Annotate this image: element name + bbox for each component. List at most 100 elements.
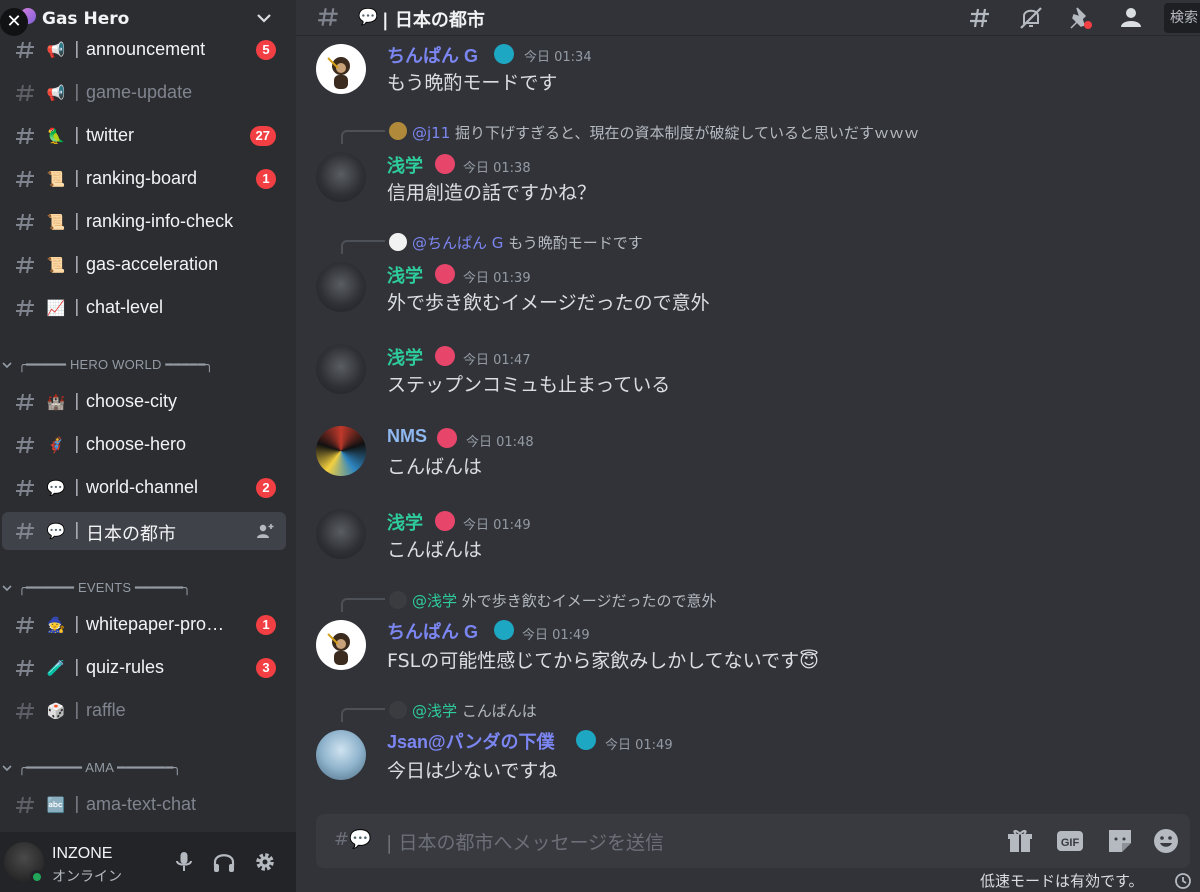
channel-game-update[interactable]: 📢 | game-update: [2, 74, 286, 112]
channel-name: game-update: [86, 82, 193, 102]
hash-icon: [16, 170, 34, 188]
avatar[interactable]: [316, 344, 366, 394]
message-text: こんばんは: [387, 456, 483, 478]
message-author[interactable]: 浅学: [387, 152, 423, 178]
user-status-text: オンライン: [52, 869, 122, 885]
separator: |: [74, 614, 80, 634]
channel-quiz-rules[interactable]: 🧪 | quiz-rules 3: [2, 649, 286, 687]
emoji-icon[interactable]: [1152, 827, 1180, 855]
microphone-icon[interactable]: [172, 850, 196, 874]
message-author[interactable]: ちんぱん G: [387, 42, 478, 68]
reply-preview[interactable]: @j11 掘り下げすぎると、現在の資本制度が破綻していると思いだすｗｗｗ: [412, 122, 919, 143]
channel-ama-text-chat[interactable]: 🔤 | ama-text-chat: [2, 786, 286, 824]
test-tube-icon: 🧪: [46, 659, 66, 677]
message-author[interactable]: 浅学: [387, 262, 423, 288]
channel-choose-city[interactable]: 🏰 | choose-city: [2, 383, 286, 421]
sticker-icon[interactable]: [1106, 827, 1134, 855]
category-ama[interactable]: ╭━━━━━━━ AMA ━━━━━━━╮: [0, 758, 296, 780]
avatar[interactable]: [316, 262, 366, 312]
gear-icon[interactable]: [253, 850, 277, 874]
reply-avatar: [389, 233, 407, 251]
role-icon: [435, 346, 455, 366]
hash-icon: [16, 796, 34, 814]
gift-icon[interactable]: [1006, 827, 1034, 855]
reply-author: @浅学: [412, 592, 458, 610]
hash-icon: [16, 522, 34, 540]
avatar[interactable]: [316, 44, 366, 94]
channel-world-channel[interactable]: 💬 | world-channel 2: [2, 469, 286, 507]
headphones-icon[interactable]: [212, 850, 236, 874]
hash-icon: [16, 41, 34, 59]
channel-choose-hero[interactable]: 🦸 | choose-hero: [2, 426, 286, 464]
members-icon[interactable]: [1118, 5, 1144, 31]
reply-preview[interactable]: @浅学 こんばんは: [412, 700, 537, 721]
scroll-icon: 📜: [46, 256, 66, 274]
channel-title: | 日本の都市: [382, 10, 485, 31]
chevron-down-icon[interactable]: [254, 8, 274, 28]
channel-name: choose-hero: [86, 434, 187, 454]
channel-announcement[interactable]: 📢 | announcement 5: [2, 31, 286, 69]
separator: |: [74, 657, 80, 677]
channel-chat-level[interactable]: 📈 | chat-level: [2, 289, 286, 327]
avatar[interactable]: [316, 730, 366, 780]
timestamp: 今日 01:34: [524, 50, 592, 65]
channel-name: raffle: [86, 700, 126, 720]
channel-name: twitter: [86, 125, 135, 145]
reply-preview[interactable]: @浅学 外で歩き飲むイメージだったので意外: [412, 590, 717, 611]
hash-icon: [16, 479, 34, 497]
channel-japan-cities[interactable]: 💬 | 日本の都市: [2, 512, 286, 550]
category-hero-world[interactable]: ╭━━━━━ HERO WORLD ━━━━━╮: [0, 355, 296, 377]
gif-icon[interactable]: GIF: [1056, 827, 1084, 855]
timestamp: 今日 01:49: [605, 738, 673, 753]
message-text: FSLの可能性感じてから家飲みしかしてないです😇: [387, 650, 819, 672]
channel-gas-acceleration[interactable]: 📜 | gas-acceleration: [2, 246, 286, 284]
separator: |: [74, 477, 80, 497]
hash-icon: [16, 213, 34, 231]
separator: |: [74, 700, 80, 720]
message-author[interactable]: Jsan@パンダの下僕: [387, 728, 554, 754]
category-events[interactable]: ╭━━━━━━ EVENTS ━━━━━━╮: [0, 578, 296, 600]
threads-icon[interactable]: [968, 5, 994, 31]
reply-preview[interactable]: @ちんぱん G もう晩酌モードです: [412, 232, 643, 253]
channel-name: ama-text-chat: [86, 794, 197, 814]
message-author[interactable]: 浅学: [387, 344, 423, 370]
avatar[interactable]: [316, 152, 366, 202]
reply-spine: [341, 598, 385, 612]
avatar[interactable]: [316, 620, 366, 670]
avatar[interactable]: [316, 509, 366, 559]
hash-icon: [16, 127, 34, 145]
close-button[interactable]: ✕: [0, 8, 28, 36]
mute-bell-icon[interactable]: [1018, 5, 1044, 31]
channel-twitter[interactable]: 🦜 | twitter 27: [2, 117, 286, 155]
reply-avatar: [389, 701, 407, 719]
separator: |: [74, 794, 80, 814]
online-status-indicator: [30, 870, 44, 884]
role-icon: [576, 730, 596, 750]
clock-icon: [1175, 873, 1191, 889]
timestamp: 今日 01:47: [463, 353, 531, 368]
avatar[interactable]: [316, 426, 366, 476]
channel-name: quiz-rules: [86, 657, 165, 677]
search-input[interactable]: 検索: [1164, 3, 1200, 33]
channel-raffle[interactable]: 🎲 | raffle: [2, 692, 286, 730]
message-author[interactable]: NMS: [387, 426, 427, 447]
unread-badge: 3: [256, 658, 276, 678]
pin-icon[interactable]: [1068, 5, 1094, 31]
separator: |: [74, 254, 80, 274]
message-composer[interactable]: #💬 | 日本の都市へメッセージを送信 GIF: [316, 814, 1190, 868]
channel-ranking-info-check[interactable]: 📜 | ranking-info-check: [2, 203, 286, 241]
message-author[interactable]: 浅学: [387, 509, 423, 535]
channel-prefix: #💬: [334, 829, 372, 850]
message-author[interactable]: ちんぱん G: [387, 618, 478, 644]
channel-name: whitepaper-pro…: [86, 614, 225, 634]
message-input-placeholder[interactable]: | 日本の都市へメッセージを送信: [386, 828, 664, 855]
reply-author: @ちんぱん G: [412, 234, 504, 252]
chart-icon: 📈: [46, 299, 66, 317]
add-member-icon[interactable]: [256, 522, 274, 540]
unread-badge: 1: [256, 169, 276, 189]
channel-whitepaper[interactable]: 🧙 | whitepaper-pro… 1: [2, 606, 286, 644]
channel-ranking-board[interactable]: 📜 | ranking-board 1: [2, 160, 286, 198]
separator: |: [74, 82, 80, 102]
castle-icon: 🏰: [46, 393, 66, 411]
separator: |: [74, 434, 80, 454]
